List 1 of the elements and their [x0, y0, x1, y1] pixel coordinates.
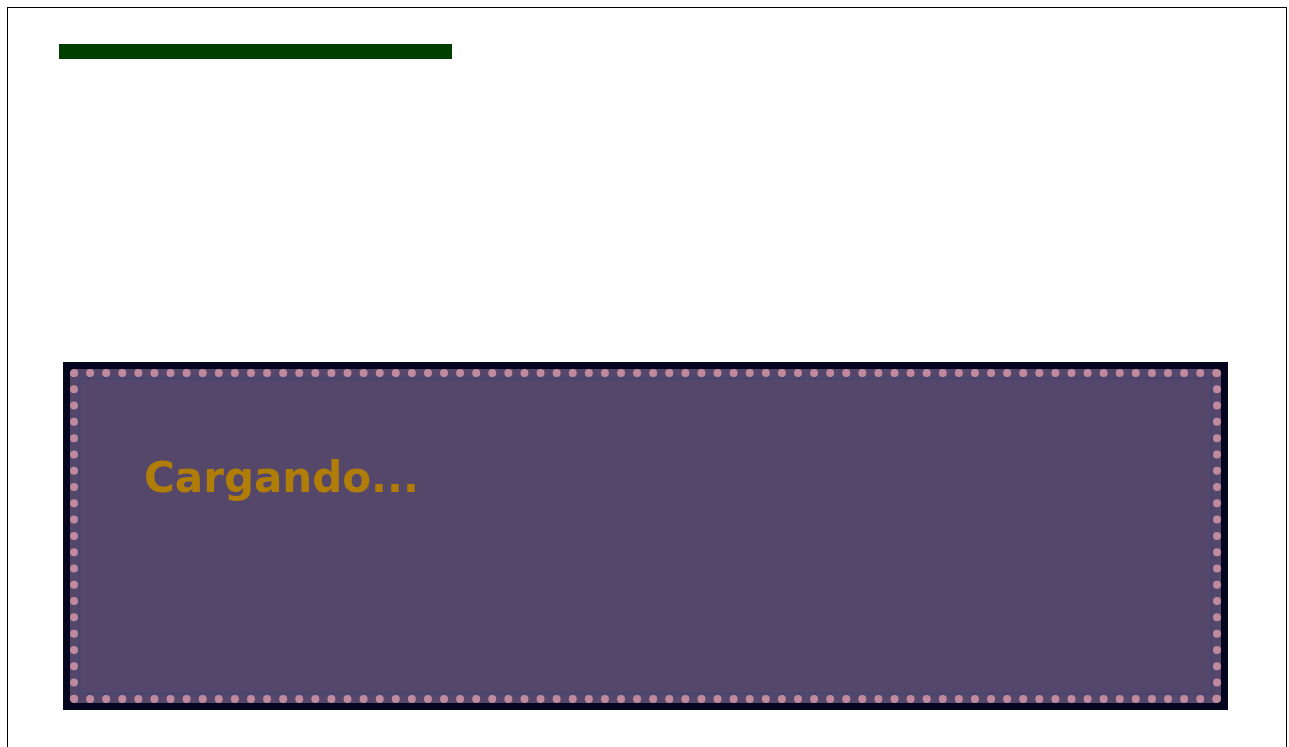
loading-message: Cargando... [144, 457, 419, 499]
